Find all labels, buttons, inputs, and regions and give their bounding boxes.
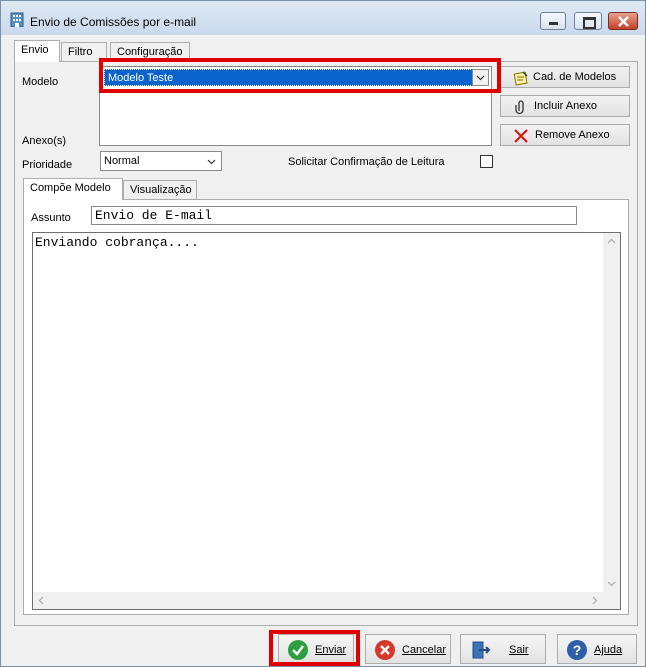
cancelar-button[interactable]: Cancelar [365,634,451,664]
help-icon: ? [567,640,587,660]
anexos-label: Anexo(s) [22,135,67,147]
building-icon [10,12,24,27]
remove-anexo-button[interactable]: Remove Anexo [500,124,630,146]
assunto-value: Envio de E-mail [95,208,213,223]
body-text: Enviando cobrança.... [35,235,199,250]
chevron-down-icon [207,159,216,165]
client-area: Envio Filtro Configuração Modelo Anexo(s… [8,35,638,626]
tab-envio[interactable]: Envio [14,40,60,62]
tab-visualizacao[interactable]: Visualização [123,180,197,200]
sair-label: Sair [509,644,529,656]
incluir-anexo-button[interactable]: Incluir Anexo [500,95,630,117]
close-button[interactable] [608,12,638,30]
envio-panel: Modelo Anexo(s) Prioridade Modelo Teste … [14,61,638,626]
svg-text:?: ? [573,642,582,658]
cancelar-label: Cancelar [402,644,447,656]
modelo-label: Modelo [22,76,59,88]
ajuda-label: Ajuda [594,644,623,656]
incluir-anexo-label: Incluir Anexo [534,100,597,112]
close-icon [618,16,629,27]
confirm-checkbox[interactable] [480,155,493,168]
assunto-input[interactable]: Envio de E-mail [91,206,577,225]
footer-bar: Enviar Cancelar Sair ? Ajuda [1,628,645,666]
scroll-up-icon[interactable] [603,235,620,247]
prioridade-value: Normal [104,155,140,167]
red-x-icon [514,129,528,143]
scroll-left-icon[interactable] [35,592,47,609]
sair-button[interactable]: Sair [460,634,546,664]
enviar-highlight [269,630,360,666]
minimize-button[interactable] [540,12,566,30]
compose-panel: Assunto Envio de E-mail Enviando cobranç… [23,199,629,615]
maximize-button[interactable] [574,12,602,30]
prioridade-label: Prioridade [22,159,73,171]
vertical-scrollbar[interactable] [603,233,620,592]
cad-modelos-button[interactable]: Cad. de Modelos [500,66,630,88]
minimize-icon [549,22,558,25]
exit-door-icon [472,641,491,659]
email-window: Envio de Comissões por e-mail Envio Filt… [0,0,646,667]
title-bar: Envio de Comissões por e-mail [1,1,645,35]
paperclip-icon [515,100,524,115]
scroll-right-icon[interactable] [589,592,601,609]
tab-compoe-modelo[interactable]: Compõe Modelo [23,178,123,200]
ajuda-button[interactable]: ? Ajuda [557,634,637,664]
modelo-highlight [99,58,501,93]
window-title: Envio de Comissões por e-mail [30,15,197,29]
horizontal-scrollbar[interactable] [33,592,620,609]
cancel-icon [375,640,395,660]
body-editor[interactable]: Enviando cobrança.... [32,232,621,610]
cad-modelos-label: Cad. de Modelos [533,71,617,83]
scroll-down-icon[interactable] [603,578,620,590]
notepad-icon [513,71,528,86]
remove-anexo-label: Remove Anexo [535,129,610,141]
prioridade-select[interactable]: Normal [100,151,222,171]
assunto-label: Assunto [31,212,71,224]
maximize-icon [583,17,596,29]
confirm-label: Solicitar Confirmação de Leitura [288,156,445,168]
